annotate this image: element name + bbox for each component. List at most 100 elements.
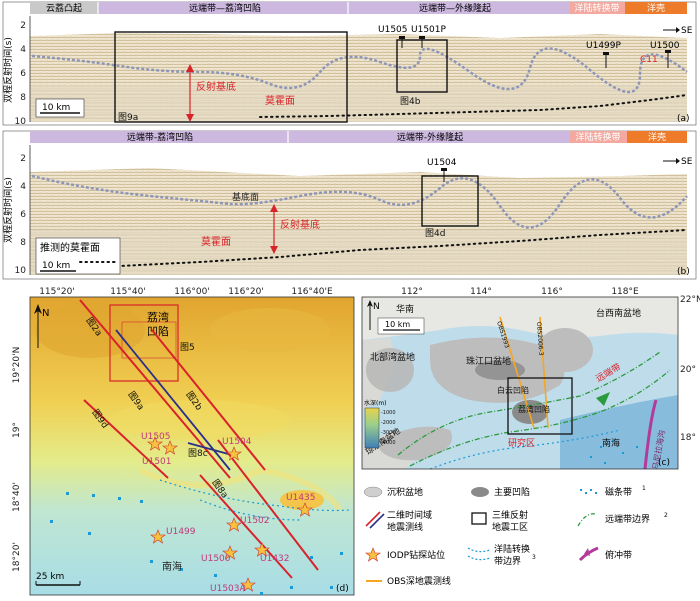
sea-label-d: 南海 — [162, 560, 182, 573]
scale-d: 25 km — [36, 572, 64, 582]
place-baiyun: 白云凹陷 — [497, 385, 529, 395]
lon-ticks-c: 112° 114° 116° 118°E — [401, 287, 639, 297]
basin-taixinan — [537, 328, 593, 372]
lat-ticks-c: 22°N 20° 18° — [680, 295, 700, 443]
annot-basement-b: 反射基底 — [280, 218, 320, 231]
ylabel-b: 双程反射时间(s) — [2, 177, 14, 243]
legend-label-5: 远端带边界 — [605, 513, 650, 525]
site-d-U1504: U1504 — [222, 437, 252, 447]
se-label-a: SE — [681, 26, 693, 36]
magnetic-belt-icon — [580, 489, 597, 494]
place-pearl-river: 珠江口盆地 — [466, 355, 511, 367]
lat-tick-d-3: 18°20' — [12, 542, 22, 572]
box-label-9a: 图9a — [118, 112, 138, 123]
site-d-U1503A: U1503A — [210, 584, 246, 594]
annot-basement-surface-b: 基底面 — [232, 191, 259, 203]
box-label-4b: 图4b — [400, 96, 421, 107]
band-label-a-2: 远端带—外缘隆起 — [419, 2, 491, 14]
ytick-b-0: 2 — [20, 154, 26, 164]
lon-tick-c-2: 116° — [541, 287, 563, 297]
lat-tick-c-2: 18° — [680, 433, 696, 443]
legend-label-9: OBS深地震测线 — [387, 575, 451, 587]
band-label-b-0: 远端带-荔湾凹陷 — [127, 131, 193, 143]
line-label-5: 图5 — [180, 342, 195, 353]
site-a-U1500: U1500 — [650, 41, 680, 51]
site-a-U1501P: U1501P — [411, 25, 446, 35]
scale-b: 10 km — [42, 261, 70, 271]
legend-sup-5: 2 — [664, 512, 668, 519]
depth-colorbar — [364, 407, 380, 449]
ytick-a-0: 2 — [20, 21, 26, 31]
lon-tick-d-0: 115°20' — [39, 287, 75, 297]
depth-tick-0: -1000 — [381, 410, 396, 416]
oct-boundary-icon — [467, 547, 491, 553]
site-d-U1502: U1502 — [240, 516, 270, 526]
main-sag-icon — [471, 487, 489, 497]
lat-tick-c-0: 22°N — [680, 295, 700, 305]
3d-survey-icon — [471, 512, 487, 525]
site-d-U1435: U1435 — [286, 493, 316, 503]
sedimentary-basin-icon — [363, 486, 383, 498]
line-label-8c: 图8c — [188, 448, 208, 459]
site-d-U1505: U1505 — [141, 432, 171, 442]
scale-a: 10 km — [42, 103, 70, 113]
lat-ticks-d: 19°20'N 19° 18°40' 18°20' — [12, 347, 22, 572]
site-d-U1501: U1501 — [142, 457, 172, 467]
band-label-a-3: 洋陆转换带 — [574, 2, 619, 14]
place-taixinan: 台西南盆地 — [596, 307, 641, 319]
panel-a: 云荔凸起 远端带—荔湾凹陷 远端带—外缘隆起 洋陆转换带 洋壳 图9a 图4b … — [2, 1, 697, 127]
ytick-b-3: 8 — [20, 238, 26, 248]
place-liwan: 荔湾凹陷 — [518, 404, 550, 414]
lon-ticks-d: 115°20' 115°40' 116°00' 116°20' 116°40'E — [39, 287, 333, 297]
legend-label-7b: 带边界 — [494, 556, 521, 567]
site-d-U1499: U1499 — [166, 527, 196, 537]
lon-tick-c-0: 112° — [401, 287, 423, 297]
lat-tick-c-1: 20° — [680, 365, 696, 375]
ylabel-a: 双程反射时间(s) — [2, 37, 14, 103]
legend-label-2: 磁条带 — [605, 486, 632, 498]
lon-tick-c-3: 118°E — [611, 287, 639, 297]
lon-tick-d-4: 116°40'E — [291, 287, 333, 297]
band-label-b-2: 洋陆转换带 — [575, 131, 620, 143]
legend-label-4b: 地震工区 — [492, 521, 528, 533]
legend-label-8: 俯冲带 — [605, 549, 632, 561]
place-south-china-sea: 南海 — [602, 437, 620, 449]
place-south-china: 华南 — [396, 303, 414, 315]
legend-label-4a: 三维反射 — [492, 509, 528, 521]
legend-label-3b: 地震测线 — [387, 521, 423, 533]
lon-tick-d-3: 116°20' — [228, 287, 264, 297]
site-b-U1504: U1504 — [427, 158, 457, 168]
lat-tick-d-2: 18°40' — [12, 482, 22, 512]
ytick-b-4: 10 — [15, 266, 27, 276]
legend-label-1: 主要凹陷 — [494, 486, 530, 498]
site-a-U1499P: U1499P — [586, 41, 621, 51]
distal-boundary-icon — [577, 513, 597, 527]
lon-tick-d-2: 116°00' — [174, 287, 210, 297]
iodp-site-icon — [365, 547, 381, 562]
panel-d: 115°20' 115°40' 116°00' 116°20' 116°40'E… — [12, 287, 355, 596]
band-label-b-3: 洋壳 — [648, 131, 666, 143]
site-d-U1432: U1432 — [260, 554, 290, 564]
site-d-U1500: U1500 — [201, 554, 231, 564]
band-label-b-1: 远端带-外缘隆起 — [397, 131, 463, 143]
site-a-U1505: U1505 — [378, 25, 408, 35]
panel-label-a: (a) — [677, 114, 690, 124]
sag-label-1: 荔湾 — [147, 310, 169, 324]
legend-sup-7: 3 — [532, 554, 536, 561]
band-label-a-4: 洋壳 — [647, 2, 665, 14]
band-label-a-1: 远端带—荔湾凹陷 — [189, 2, 261, 14]
scale-c: 10 km — [385, 320, 410, 329]
site-a-C11: C11 — [640, 55, 658, 65]
box-label-4d: 图4d — [425, 228, 445, 239]
ytick-a-2: 6 — [20, 69, 26, 79]
depth-tick-3: -4000 — [381, 440, 396, 446]
ytick-b-1: 4 — [20, 182, 26, 192]
panel-label-b: (b) — [677, 267, 690, 277]
annot-moho-b: 莫霍面 — [201, 236, 231, 248]
lon-tick-d-1: 115°40' — [110, 287, 146, 297]
annot-moho-a: 莫霍面 — [265, 95, 295, 107]
figure-canvas: 云荔凸起 远端带—荔湾凹陷 远端带—外缘隆起 洋陆转换带 洋壳 图9a 图4b … — [2, 1, 700, 596]
legend: 沉积盆地 主要凹陷 磁条带 1 二维时间域 地震测线 三维反射 地震工区 远端带… — [363, 485, 668, 587]
depth-title: 水深(m) — [364, 399, 387, 407]
legend-inferred-moho: 推测的莫霍面 — [40, 241, 100, 254]
